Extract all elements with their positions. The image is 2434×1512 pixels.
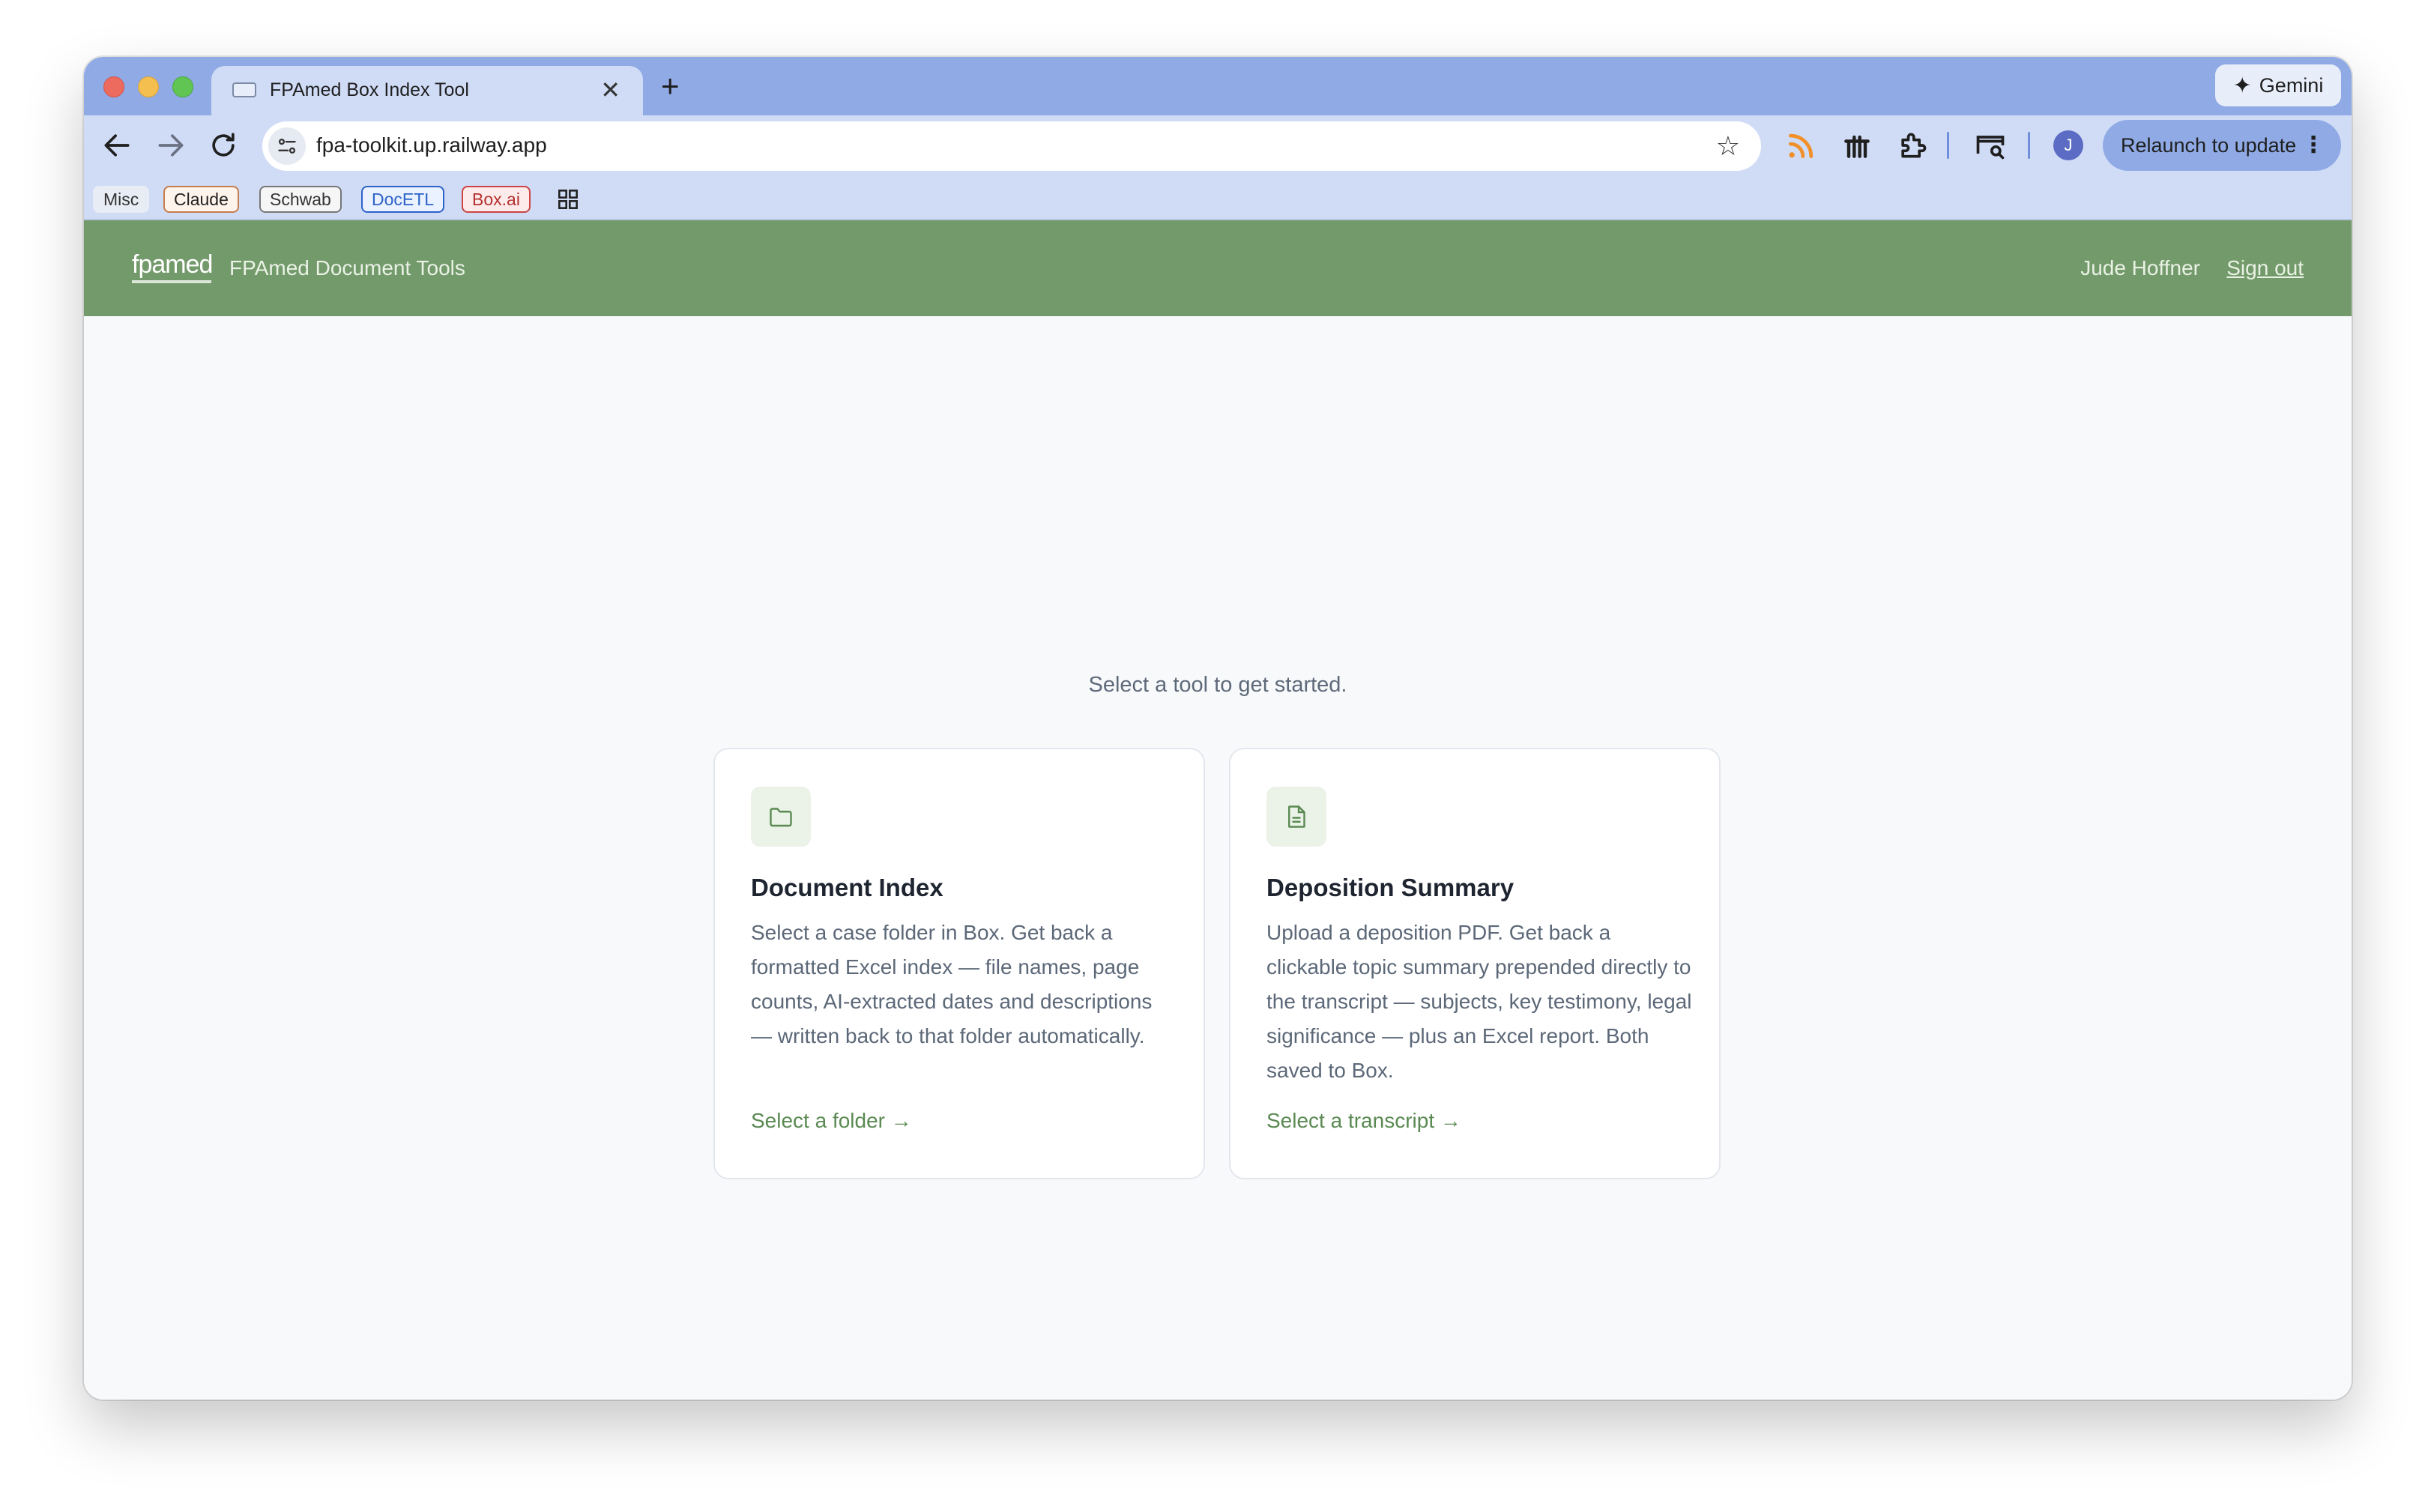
reload-icon[interactable] bbox=[207, 129, 240, 162]
folder-icon bbox=[751, 787, 811, 847]
card-title: Deposition Summary bbox=[1266, 874, 1515, 901]
bookmark-claude[interactable]: Claude bbox=[163, 186, 239, 213]
extensions-puzzle-icon[interactable] bbox=[1896, 129, 1929, 162]
close-window-button[interactable] bbox=[103, 76, 124, 97]
tab-active[interactable]: FPAmed Box Index Tool ✕ bbox=[211, 66, 643, 115]
apps-grid-icon[interactable] bbox=[558, 189, 579, 214]
user-name: Jude Hoffner bbox=[2080, 256, 2200, 279]
relaunch-label: Relaunch to update bbox=[2121, 134, 2297, 157]
tab-strip: FPAmed Box Index Tool ✕ + ✦ Gemini bbox=[84, 57, 2352, 115]
sign-out-link[interactable]: Sign out bbox=[2226, 256, 2304, 280]
document-icon bbox=[1266, 787, 1326, 847]
deposition-summary-card[interactable]: Deposition Summary Upload a deposition P… bbox=[1229, 748, 1721, 1179]
browser-toolbar: fpa-toolkit.up.railway.app ☆ J Relaunch … bbox=[84, 115, 2352, 175]
gemini-button[interactable]: ✦ Gemini bbox=[2215, 64, 2341, 106]
main-content: Select a tool to get started. Document I… bbox=[84, 316, 2352, 1400]
app-title: FPAmed Document Tools bbox=[229, 256, 465, 279]
new-tab-button[interactable]: + bbox=[661, 70, 680, 102]
bookmark-star-icon[interactable]: ☆ bbox=[1716, 130, 1740, 162]
tab-title: FPAmed Box Index Tool bbox=[270, 79, 469, 100]
maximize-window-button[interactable] bbox=[172, 76, 193, 97]
forward-arrow-icon[interactable] bbox=[154, 129, 187, 162]
select-folder-link[interactable]: Select a folder → bbox=[751, 1109, 912, 1133]
document-index-card[interactable]: Document Index Select a case folder in B… bbox=[713, 748, 1205, 1179]
card-description: Select a case folder in Box. Get back a … bbox=[751, 921, 1153, 1047]
favicon-icon bbox=[232, 82, 256, 97]
address-bar[interactable]: fpa-toolkit.up.railway.app ☆ bbox=[262, 121, 1761, 171]
minimize-window-button[interactable] bbox=[138, 76, 159, 97]
bookmark-docetl[interactable]: DocETL bbox=[361, 186, 445, 213]
bookmark-misc[interactable]: Misc bbox=[93, 186, 150, 213]
url-text[interactable]: fpa-toolkit.up.railway.app bbox=[316, 133, 547, 157]
browser-window: FPAmed Box Index Tool ✕ + ✦ Gemini fpa-t… bbox=[84, 57, 2352, 1400]
sparkle-icon: ✦ bbox=[2232, 73, 2252, 98]
card-description: Upload a deposition PDF. Get back a clic… bbox=[1266, 921, 1692, 1082]
back-arrow-icon[interactable] bbox=[100, 129, 133, 162]
toolbar-divider bbox=[2028, 132, 2030, 159]
tab-close-icon[interactable]: ✕ bbox=[600, 76, 620, 103]
logo-tagline-mark bbox=[132, 280, 211, 283]
gemini-label: Gemini bbox=[2259, 73, 2324, 97]
site-settings-icon[interactable] bbox=[268, 127, 306, 165]
profile-avatar[interactable]: J bbox=[2053, 130, 2083, 160]
bookmark-schwab[interactable]: Schwab bbox=[259, 186, 342, 213]
app-header: fpamed FPAmed Document Tools Jude Hoffne… bbox=[84, 220, 2352, 316]
tab-search-icon[interactable] bbox=[1974, 129, 2007, 162]
relaunch-button[interactable]: Relaunch to update ⋮ bbox=[2103, 120, 2341, 171]
fpamed-logo[interactable]: fpamed bbox=[132, 250, 213, 279]
rss-icon[interactable] bbox=[1785, 129, 1818, 162]
select-transcript-link[interactable]: Select a transcript → bbox=[1266, 1109, 1461, 1133]
page-prompt: Select a tool to get started. bbox=[1088, 673, 1347, 697]
bookmarks-bar: Misc Claude Schwab DocETL Box.ai bbox=[84, 175, 2352, 220]
card-title: Document Index bbox=[751, 874, 943, 901]
extension-claw-icon[interactable] bbox=[1840, 129, 1873, 162]
toolbar-divider bbox=[1947, 132, 1949, 159]
bookmark-boxai[interactable]: Box.ai bbox=[462, 186, 531, 213]
more-menu-icon[interactable]: ⋮ bbox=[2302, 120, 2325, 171]
